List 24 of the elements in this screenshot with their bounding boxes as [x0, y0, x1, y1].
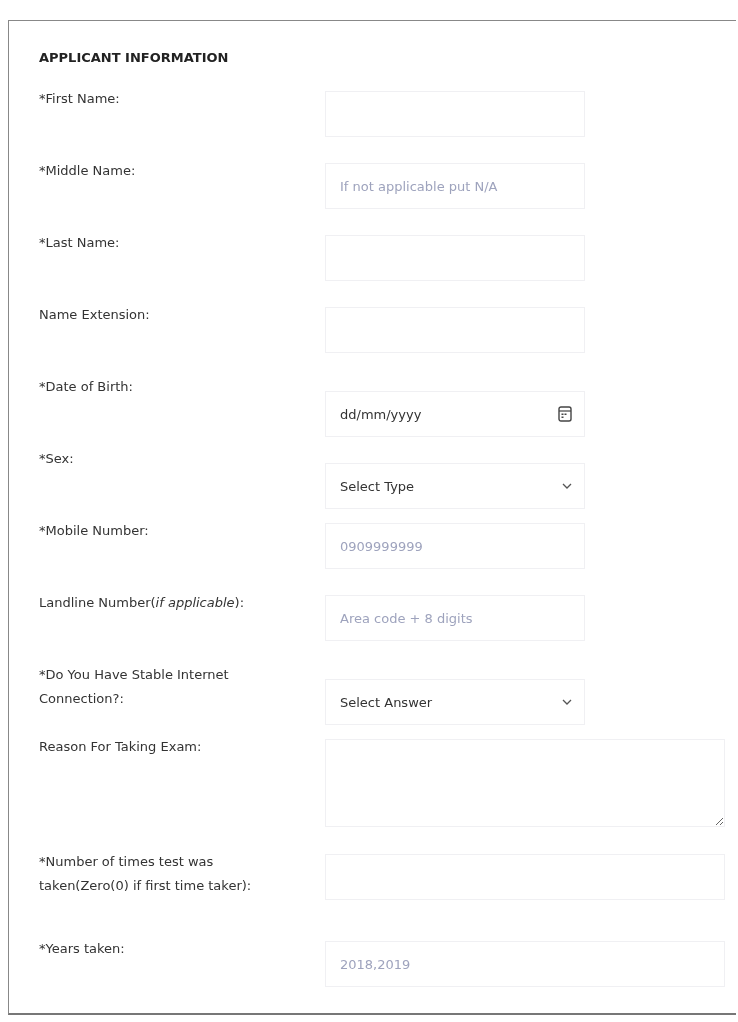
input-field[interactable]: Area code + 8 digits — [325, 595, 585, 641]
field-label: *Sex: — [39, 450, 75, 468]
field-label: *Last Name: — [39, 234, 121, 252]
field-label: *First Name: — [39, 90, 121, 108]
input-field[interactable]: 2018,2019 — [325, 941, 725, 987]
text-area[interactable] — [325, 739, 725, 827]
field-label: *Years taken: — [39, 940, 126, 958]
field-label: Landline Number(if applicable): — [39, 594, 246, 612]
input-field[interactable]: If not applicable put N/A — [325, 163, 585, 209]
select-dropdown[interactable]: Select Type — [325, 463, 585, 509]
calendar-icon — [558, 406, 572, 422]
chevron-down-icon — [562, 483, 572, 489]
field-label: Reason For Taking Exam: — [39, 738, 203, 756]
section-title: APPLICANT INFORMATION — [39, 50, 229, 65]
field-label: *Date of Birth: — [39, 378, 134, 396]
input-field[interactable]: 0909999999 — [325, 523, 585, 569]
date-field[interactable]: dd/mm/yyyy — [325, 391, 585, 437]
field-label: *Number of times test was taken(Zero(0) if first time taker): — [39, 853, 253, 895]
chevron-down-icon — [562, 699, 572, 705]
field-label: *Mobile Number: — [39, 522, 150, 540]
field-label: *Middle Name: — [39, 162, 137, 180]
select-dropdown[interactable]: Select Answer — [325, 679, 585, 725]
field-label: *Do You Have Stable Internet Connection?: — [39, 666, 230, 708]
field-label: Name Extension: — [39, 306, 151, 324]
